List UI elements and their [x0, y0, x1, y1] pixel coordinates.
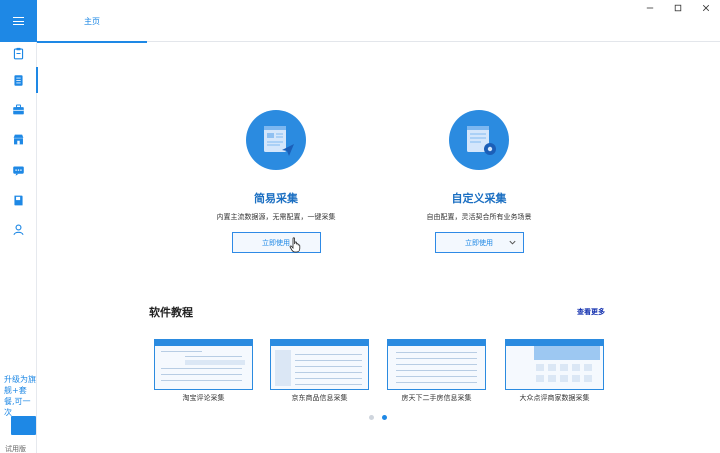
tutorial-label[interactable]: 淘宝评论采集	[154, 393, 253, 403]
custom-collection-icon	[449, 110, 509, 170]
upgrade-badge[interactable]	[11, 416, 36, 435]
hand-cursor-icon	[289, 237, 300, 253]
close-icon	[702, 4, 710, 12]
minimize-icon	[646, 7, 654, 9]
tutorial-label[interactable]: 京东商品信息采集	[270, 393, 369, 403]
sidebar-item-store[interactable]	[0, 124, 37, 154]
feature-description: 内置主流数据源，无需配置，一键采集	[216, 213, 336, 221]
tutorial-thumbnail[interactable]	[505, 339, 604, 390]
simple-collection-use-button[interactable]: 立即使用	[231, 232, 321, 253]
feature-simple-collection: 简易采集 内置主流数据源，无需配置，一键采集 立即使用	[201, 110, 351, 253]
use-button-label: 立即使用	[465, 238, 493, 247]
use-button-label: 立即使用	[262, 238, 290, 247]
clipboard-icon	[13, 47, 24, 59]
sidebar: 升级为旗舰+套餐,可一次 试用版	[0, 0, 38, 453]
see-more-link[interactable]: 查看更多	[577, 307, 605, 317]
maximize-button[interactable]	[664, 0, 692, 16]
tutorial-thumbnail[interactable]	[387, 339, 486, 390]
feature-custom-collection: 自定义采集 自由配置，灵活契合所有业务场景 立即使用	[404, 110, 554, 253]
sidebar-item-tasks[interactable]	[0, 38, 37, 68]
feature-title: 简易采集	[254, 192, 298, 205]
tutorials-heading: 软件教程	[149, 306, 193, 319]
chat-icon	[13, 165, 24, 176]
sidebar-item-tutorials[interactable]	[0, 185, 37, 215]
feature-title: 自定义采集	[451, 192, 507, 205]
hamburger-icon	[13, 17, 24, 25]
feature-description: 自由配置，灵活契合所有业务场景	[426, 213, 532, 221]
tutorial-label[interactable]: 房天下二手房信息采集	[387, 393, 486, 403]
document-icon	[14, 74, 23, 86]
tab-home[interactable]: 主页	[37, 0, 147, 43]
tutorial-thumbnail[interactable]	[270, 339, 369, 390]
trial-label: 试用版	[5, 445, 26, 453]
tutorial-label[interactable]: 大众点评商家数据采集	[505, 393, 604, 403]
maximize-icon	[674, 4, 682, 12]
close-button[interactable]	[692, 0, 720, 16]
sidebar-item-toolbox[interactable]	[0, 94, 37, 124]
sidebar-item-account[interactable]	[0, 214, 37, 244]
tutorial-thumbnail[interactable]	[154, 339, 253, 390]
user-icon	[13, 223, 24, 235]
chevron-down-icon[interactable]	[508, 238, 517, 247]
store-icon	[13, 134, 24, 144]
pagination-dot-active[interactable]	[382, 415, 387, 420]
toolbox-icon	[13, 104, 24, 114]
window-controls	[636, 0, 720, 16]
minimize-button[interactable]	[636, 0, 664, 16]
book-icon	[14, 195, 23, 205]
pagination-dot[interactable]	[369, 415, 374, 420]
menu-button[interactable]	[0, 0, 37, 42]
title-bar: 主页	[37, 0, 720, 43]
app-window: 升级为旗舰+套餐,可一次 试用版 主页 简易采集 内置主流数据源，无需配置，一键…	[0, 0, 720, 453]
sidebar-item-home[interactable]	[0, 65, 38, 95]
upgrade-prompt[interactable]: 升级为旗舰+套餐,可一次	[4, 374, 36, 418]
sidebar-item-messages[interactable]	[0, 155, 37, 185]
simple-collection-icon	[246, 110, 306, 170]
custom-collection-use-button[interactable]: 立即使用	[434, 232, 524, 253]
